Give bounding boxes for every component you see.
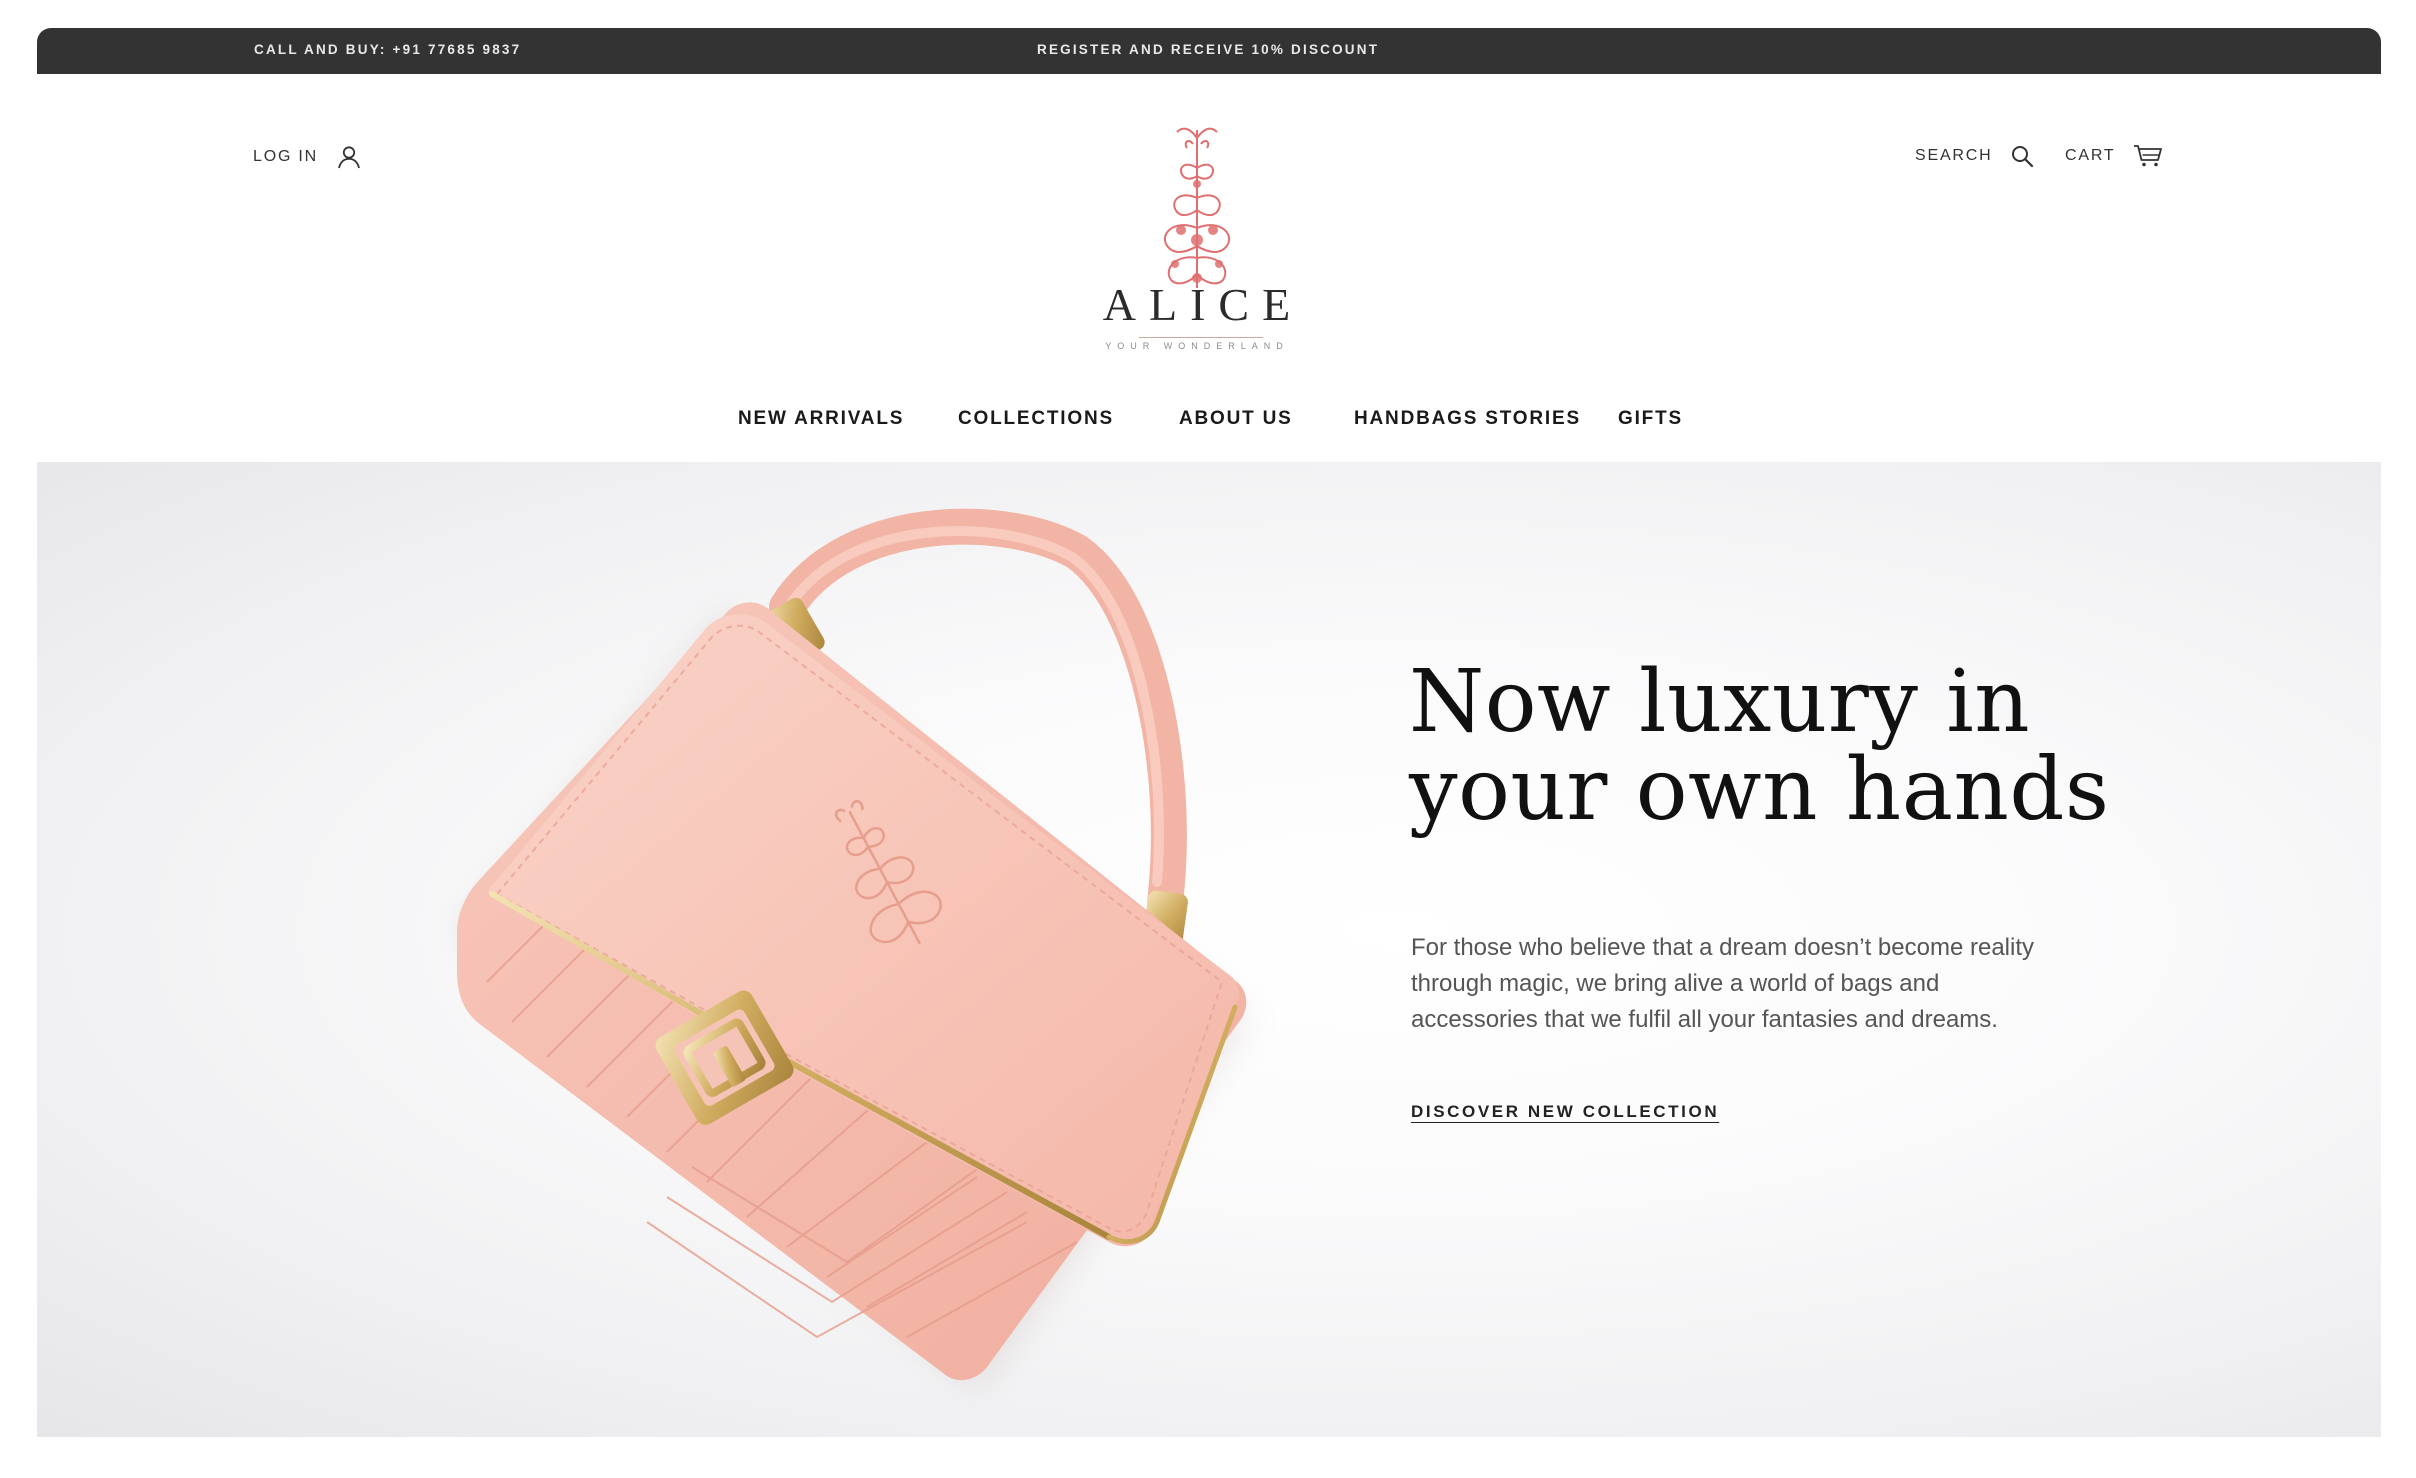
nav-new-arrivals[interactable]: NEW ARRIVALS bbox=[738, 408, 904, 430]
logo-divider bbox=[1139, 337, 1263, 338]
nav-gifts[interactable]: GIFTS bbox=[1618, 408, 1683, 430]
hero-banner: Now luxury in your own hands For those w… bbox=[37, 462, 2381, 1437]
nav-about-us[interactable]: ABOUT US bbox=[1179, 408, 1293, 430]
search-link[interactable]: SEARCH bbox=[1915, 144, 2034, 168]
cart-link[interactable]: CART bbox=[2065, 144, 2163, 168]
brand-logo[interactable]: ALICE YOUR WONDERLAND bbox=[1077, 118, 1317, 358]
search-icon bbox=[2012, 146, 2034, 168]
hero-headline: Now luxury in your own hands bbox=[1409, 658, 2109, 834]
handbag-illustration bbox=[457, 508, 1247, 1392]
search-label: SEARCH bbox=[1915, 147, 1993, 164]
discover-collection-link[interactable]: DISCOVER NEW COLLECTION bbox=[1411, 1102, 1719, 1122]
hero-description: For those who believe that a dream doesn… bbox=[1411, 934, 2035, 1033]
phone-text: CALL AND BUY: +91 77685 9837 bbox=[254, 42, 522, 57]
pink-handbag-image bbox=[287, 462, 1287, 1437]
login-link[interactable]: LOG IN bbox=[253, 144, 362, 170]
logo-ornament-icon bbox=[1163, 127, 1231, 288]
login-label: LOG IN bbox=[253, 148, 319, 165]
hero-headline-line1: Now luxury in bbox=[1409, 652, 2031, 752]
nav-handbags-stories[interactable]: HANDBAGS STORIES bbox=[1354, 408, 1581, 430]
cart-label: CART bbox=[2065, 147, 2116, 164]
cart-icon bbox=[2134, 145, 2163, 167]
page-frame: CALL AND BUY: +91 77685 9837 REGISTER AN… bbox=[37, 28, 2381, 1437]
announcement-bar: CALL AND BUY: +91 77685 9837 REGISTER AN… bbox=[37, 28, 2381, 74]
brand-tagline: YOUR WONDERLAND bbox=[1105, 341, 1289, 351]
main-nav: NEW ARRIVALS COLLECTIONS ABOUT US HANDBA… bbox=[37, 408, 2381, 436]
promo-text[interactable]: REGISTER AND RECEIVE 10% DISCOUNT bbox=[1037, 42, 1379, 57]
brand-name: ALICE bbox=[1102, 279, 1304, 330]
nav-collections[interactable]: COLLECTIONS bbox=[958, 408, 1114, 430]
user-icon bbox=[338, 146, 360, 169]
hero-headline-line2: your own hands bbox=[1409, 740, 2110, 840]
